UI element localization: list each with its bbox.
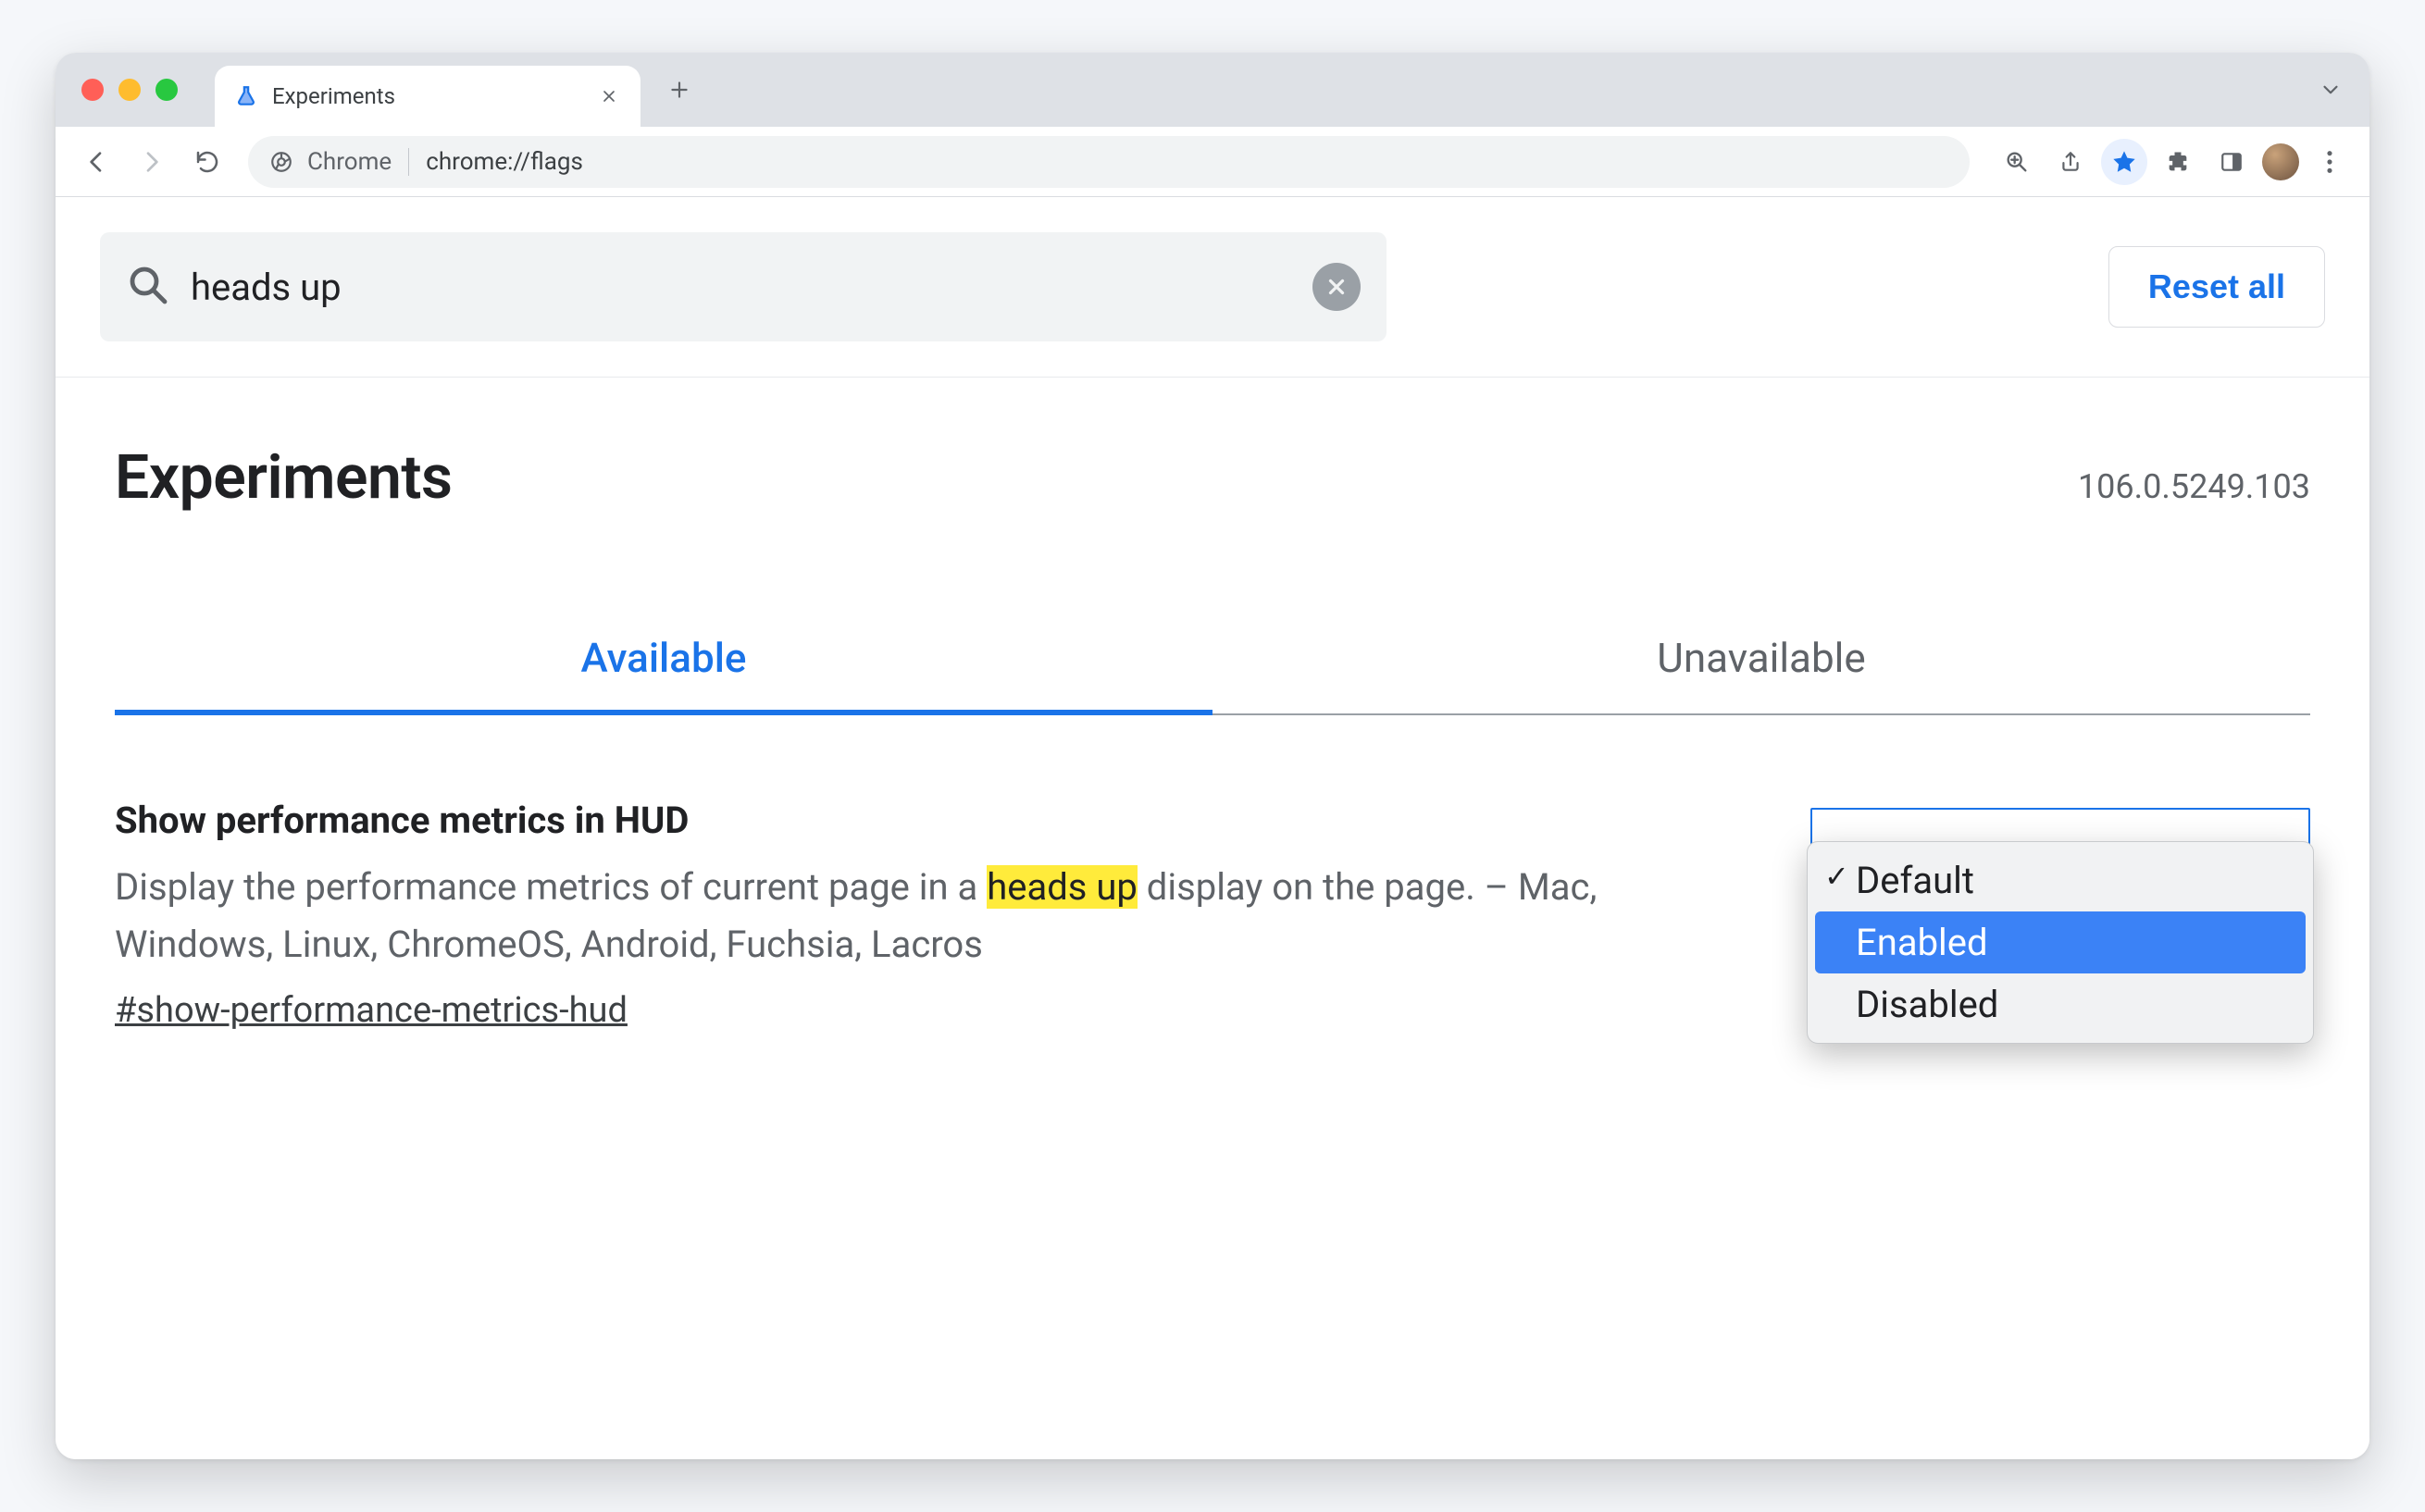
flags-search-row: Reset all (56, 197, 2369, 378)
zoom-icon[interactable] (1994, 139, 2040, 185)
flag-entry: Show performance metrics in HUD Display … (56, 715, 2369, 1031)
window-fullscreen-button[interactable] (155, 79, 178, 101)
extensions-icon[interactable] (2155, 139, 2201, 185)
share-icon[interactable] (2047, 139, 2094, 185)
page-content: Reset all Experiments 106.0.5249.103 Ava… (56, 197, 2369, 1459)
chrome-menu-button[interactable] (2307, 139, 2353, 185)
omnibox-separator (408, 148, 409, 176)
flag-description: Display the performance metrics of curre… (115, 859, 1688, 973)
flags-tabs: Available Unavailable (115, 606, 2310, 715)
profile-avatar[interactable] (2262, 143, 2299, 180)
clear-search-button[interactable] (1312, 263, 1361, 311)
bookmark-button[interactable] (2101, 139, 2147, 185)
tabs-container: Experiments (215, 53, 640, 127)
tab-unavailable[interactable]: Unavailable (1212, 606, 2310, 715)
dropdown-option-default[interactable]: Default (1815, 849, 2306, 911)
flag-title: Show performance metrics in HUD (115, 799, 1688, 842)
side-panel-icon[interactable] (2208, 139, 2255, 185)
toolbar-actions (1994, 139, 2353, 185)
flag-dropdown[interactable]: Default Enabled Disabled (1810, 808, 2310, 884)
chrome-icon (268, 149, 294, 175)
window-controls (81, 79, 178, 101)
flags-search-input[interactable] (191, 266, 1292, 309)
flag-desc-before: Display the performance metrics of curre… (115, 865, 987, 909)
new-tab-button[interactable] (655, 66, 703, 114)
omnibox-url: chrome://flags (426, 148, 583, 176)
page-header: Experiments 106.0.5249.103 (56, 378, 2369, 569)
tab-close-button[interactable] (596, 83, 622, 109)
reset-all-button[interactable]: Reset all (2108, 246, 2325, 328)
flag-anchor-link[interactable]: #show-performance-metrics-hud (115, 990, 628, 1031)
flask-icon (233, 83, 259, 109)
forward-button[interactable] (128, 138, 176, 186)
window-minimize-button[interactable] (118, 79, 141, 101)
dropdown-option-enabled[interactable]: Enabled (1815, 911, 2306, 973)
tabs-dropdown-button[interactable] (2310, 69, 2351, 110)
search-icon (126, 263, 170, 311)
browser-window: Experiments Chrome (56, 53, 2369, 1459)
dropdown-option-disabled[interactable]: Disabled (1815, 973, 2306, 1035)
browser-toolbar: Chrome chrome://flags (56, 127, 2369, 197)
reload-button[interactable] (183, 138, 231, 186)
tab-available[interactable]: Available (115, 606, 1212, 715)
chrome-version: 106.0.5249.103 (2078, 467, 2310, 506)
browser-tab[interactable]: Experiments (215, 66, 640, 127)
flag-dropdown-menu: Default Enabled Disabled (1807, 841, 2314, 1044)
tab-strip: Experiments (56, 53, 2369, 127)
omnibox-origin-label: Chrome (307, 148, 392, 176)
flag-desc-highlight: heads up (987, 865, 1138, 909)
address-bar[interactable]: Chrome chrome://flags (248, 136, 1970, 188)
flag-text: Show performance metrics in HUD Display … (115, 799, 1688, 1031)
window-close-button[interactable] (81, 79, 104, 101)
back-button[interactable] (72, 138, 120, 186)
page-title: Experiments (115, 442, 452, 514)
tab-title: Experiments (272, 83, 395, 109)
flags-search-box[interactable] (100, 232, 1387, 341)
